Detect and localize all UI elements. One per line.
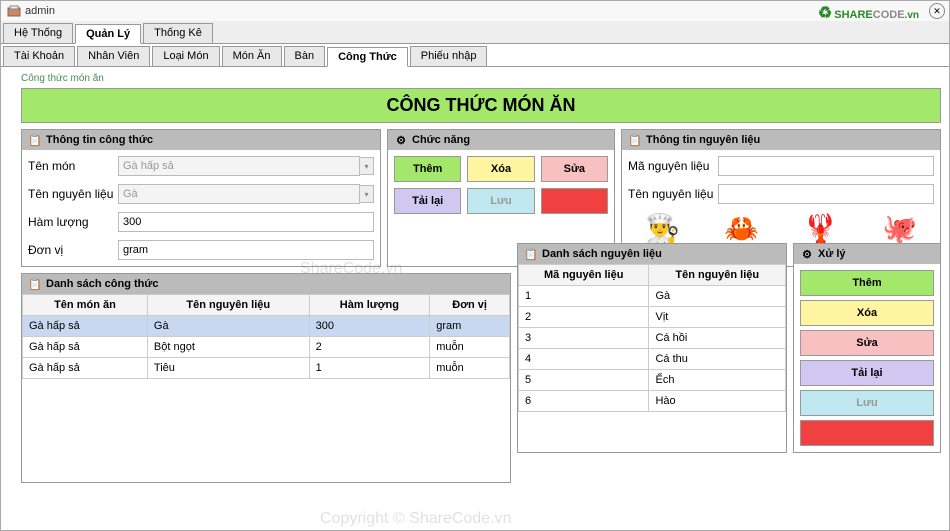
tennl2-input[interactable] [718,184,934,204]
ing-info-title: Thông tin nguyên liệu [646,134,760,146]
lobster-icon: 🦞 [803,212,838,245]
subtab-taikhoan[interactable]: Tài Khoản [3,46,75,66]
table-row[interactable]: Gà hấp sảTiêu1muỗn [23,358,510,379]
subtab-congthuc[interactable]: Công Thức [327,47,408,67]
tenmon-input[interactable] [118,156,360,176]
info-panel: 📋 Thông tin công thức Tên món ▾ Tên nguyê… [21,129,381,267]
subtab-monan[interactable]: Món Ăn [222,46,282,66]
page-title: CÔNG THỨC MÓN ĂN [21,88,941,123]
gear-icon: ⚙ [394,133,408,147]
table-row[interactable]: 2Vịt [519,307,786,328]
xuly-title: Xử lý [818,248,846,260]
tab-thongke[interactable]: Thống Kê [143,23,213,43]
them-button[interactable]: Thêm [394,156,461,182]
table-row[interactable]: 6Hào [519,391,786,412]
info-panel-title: Thông tin công thức [46,134,153,146]
ing-table[interactable]: Mã nguyên liệu Tên nguyên liệu 1Gà2Vịt3C… [518,264,786,412]
xuly-them-button[interactable]: Thêm [800,270,934,296]
octopus-icon: 🐙 [882,212,917,245]
th-tenmon: Tên món ăn [23,295,148,316]
recipe-list-panel: 📋 Danh sách công thức Tên món ăn Tên nguy… [21,273,511,483]
xuly-huy-button[interactable]: Hủy [800,420,934,446]
crab-icon: 🦀 [724,212,759,245]
manl-input[interactable] [718,156,934,176]
donvi-input[interactable] [118,240,374,260]
hamluong-label: Hàm lượng [28,215,118,229]
xuly-sua-button[interactable]: Sửa [800,330,934,356]
table-row[interactable]: 4Cá thu [519,349,786,370]
window-title: admin [25,5,55,17]
app-icon [7,4,21,18]
th-tennl: Tên nguyên liệu [147,295,309,316]
recipe-list-title: Danh sách công thức [46,278,158,290]
tenmon-label: Tên món [28,159,118,173]
th-ten: Tên nguyên liệu [649,265,786,286]
subtab-loaimon[interactable]: Loại Món [152,46,219,66]
list-icon: 📋 [524,247,538,261]
tailai-button[interactable]: Tải lại [394,188,461,214]
breadcrumb: Công thức món ăn [21,71,941,88]
ing-list-panel: 📋 Danh sách nguyên liệu Mã nguyên liệu Tê… [517,243,787,453]
table-row[interactable]: 5Ếch [519,370,786,391]
manl-label: Mã nguyên liệu [628,159,718,173]
subtab-nhanvien[interactable]: Nhân Viên [77,46,150,66]
table-row[interactable]: 1Gà [519,286,786,307]
tenmon-dropdown-icon[interactable]: ▾ [360,157,374,175]
hamluong-input[interactable] [118,212,374,232]
recipe-table[interactable]: Tên món ăn Tên nguyên liệu Hàm lượng Đơn… [22,294,510,379]
xuly-tailai-button[interactable]: Tải lại [800,360,934,386]
xuly-luu-button[interactable]: Lưu [800,390,934,416]
huy-button[interactable]: Hủy [541,188,608,214]
sub-tabs: Tài Khoản Nhân Viên Loại Món Món Ăn Bàn … [1,44,949,67]
chef-icon: 👨‍🍳 [645,212,680,245]
table-row[interactable]: Gà hấp sảBột ngọt2muỗn [23,337,510,358]
table-row[interactable]: 3Cá hồi [519,328,786,349]
gear-icon: ⚙ [800,247,814,261]
xuly-panel: ⚙ Xử lý Thêm Xóa Sửa Tải lại Lưu Hủy [793,243,941,453]
xoa-button[interactable]: Xóa [467,156,534,182]
donvi-label: Đơn vị [28,243,118,257]
table-row[interactable]: Gà hấp sảGà300gram [23,316,510,337]
main-tabs: Hệ Thống Quản Lý Thống Kê [1,21,949,44]
th-ma: Mã nguyên liệu [519,265,649,286]
luu-button[interactable]: Lưu [467,188,534,214]
th-donvi: Đơn vị [430,295,510,316]
titlebar: admin ♻SHARECODE.vn ✕ [1,1,949,21]
func-panel-title: Chức năng [412,134,470,146]
tennl2-label: Tên nguyên liệu [628,187,718,201]
tab-quanly[interactable]: Quản Lý [75,24,141,44]
tennl-dropdown-icon[interactable]: ▾ [360,185,374,203]
ingredient-icons: 👨‍🍳 🦀 🦞 🐙 [628,212,934,245]
xuly-xoa-button[interactable]: Xóa [800,300,934,326]
tennl-input[interactable] [118,184,360,204]
clipboard-icon: 📋 [628,133,642,147]
brand-logo: ♻SHARECODE.vn [818,3,919,23]
subtab-ban[interactable]: Bàn [284,46,326,66]
list-icon: 📋 [28,277,42,291]
subtab-phieunhap[interactable]: Phiếu nhập [410,46,488,66]
tab-hethong[interactable]: Hệ Thống [3,23,73,43]
ing-list-title: Danh sách nguyên liệu [542,248,662,260]
tennl-label: Tên nguyên liệu [28,187,118,201]
th-hamluong: Hàm lượng [309,295,430,316]
sua-button[interactable]: Sửa [541,156,608,182]
close-button[interactable]: ✕ [929,3,945,19]
clipboard-icon: 📋 [28,133,42,147]
